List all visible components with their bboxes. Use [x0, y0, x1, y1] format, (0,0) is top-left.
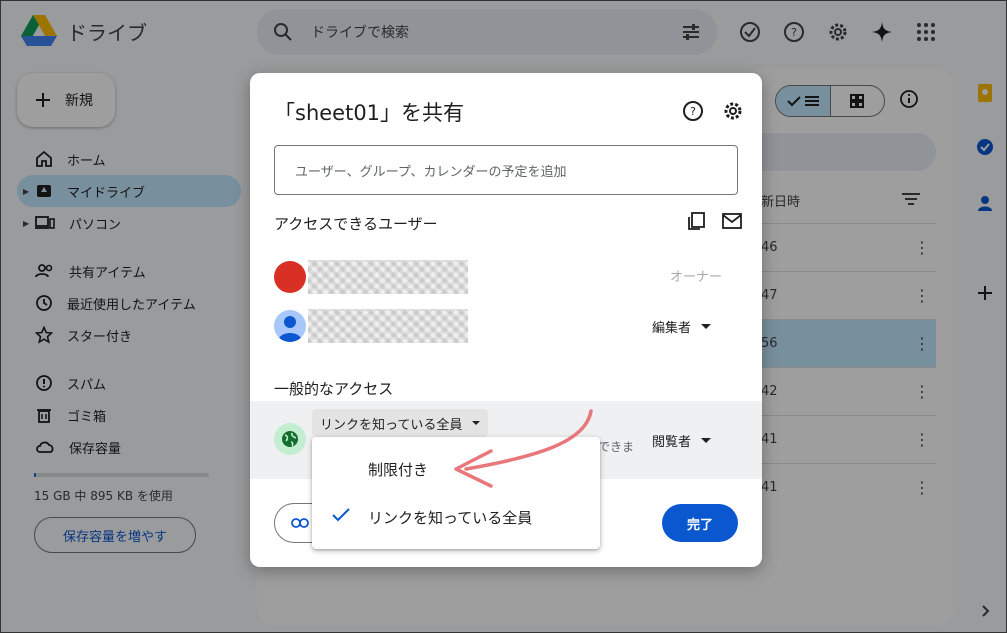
redacted-user-info — [308, 260, 468, 294]
menu-item-label: 制限付き — [368, 460, 429, 479]
general-access-select[interactable]: リンクを知っている全員 — [312, 409, 489, 437]
owner-label: オーナー — [670, 270, 723, 285]
mail-icon[interactable] — [722, 212, 742, 230]
copy-emails-icon[interactable] — [686, 211, 706, 231]
screen-frame: ドライブ ドライブで検索 ? 新規 ホーム ▶ マイドライブ ▶ パソコン 共有… — [0, 0, 1007, 633]
menu-item-anyone-with-link[interactable]: リンクを知っている全員 — [312, 493, 600, 541]
editor-role-dropdown[interactable]: 編集者 — [652, 317, 712, 336]
avatar — [274, 310, 306, 342]
avatar — [274, 261, 306, 293]
dropdown-arrow-icon — [701, 324, 712, 329]
menu-item-label: リンクを知っている全員 — [368, 508, 533, 527]
svg-text:?: ? — [690, 105, 696, 118]
general-access-menu: 制限付き リンクを知っている全員 — [312, 437, 600, 549]
help-icon[interactable]: ? — [682, 100, 704, 122]
role-label: 編集者 — [652, 321, 692, 336]
viewer-role-dropdown[interactable]: 閲覧者 — [652, 431, 712, 450]
done-button[interactable]: 完了 — [662, 504, 738, 542]
add-people-input[interactable]: ユーザー、グループ、カレンダーの予定を追加 — [274, 145, 738, 195]
access-select-label: リンクを知っている全員 — [320, 417, 463, 433]
dialog-title: 「sheet01」を共有 — [274, 101, 465, 125]
redacted-user-info — [308, 309, 468, 343]
menu-item-restricted[interactable]: 制限付き — [312, 445, 600, 493]
access-users-heading: アクセスできるユーザー — [274, 215, 438, 233]
general-access-heading: 一般的なアクセス — [274, 380, 394, 398]
owner-row — [274, 257, 468, 297]
globe-icon — [274, 423, 306, 455]
settings-gear-icon[interactable] — [722, 100, 744, 122]
access-description-text: できま — [598, 440, 635, 454]
link-icon — [291, 518, 309, 528]
dropdown-arrow-icon — [472, 421, 481, 425]
editor-row — [274, 306, 468, 346]
check-icon — [332, 508, 350, 522]
role-label: 閲覧者 — [652, 435, 692, 450]
dropdown-arrow-icon — [701, 438, 712, 443]
